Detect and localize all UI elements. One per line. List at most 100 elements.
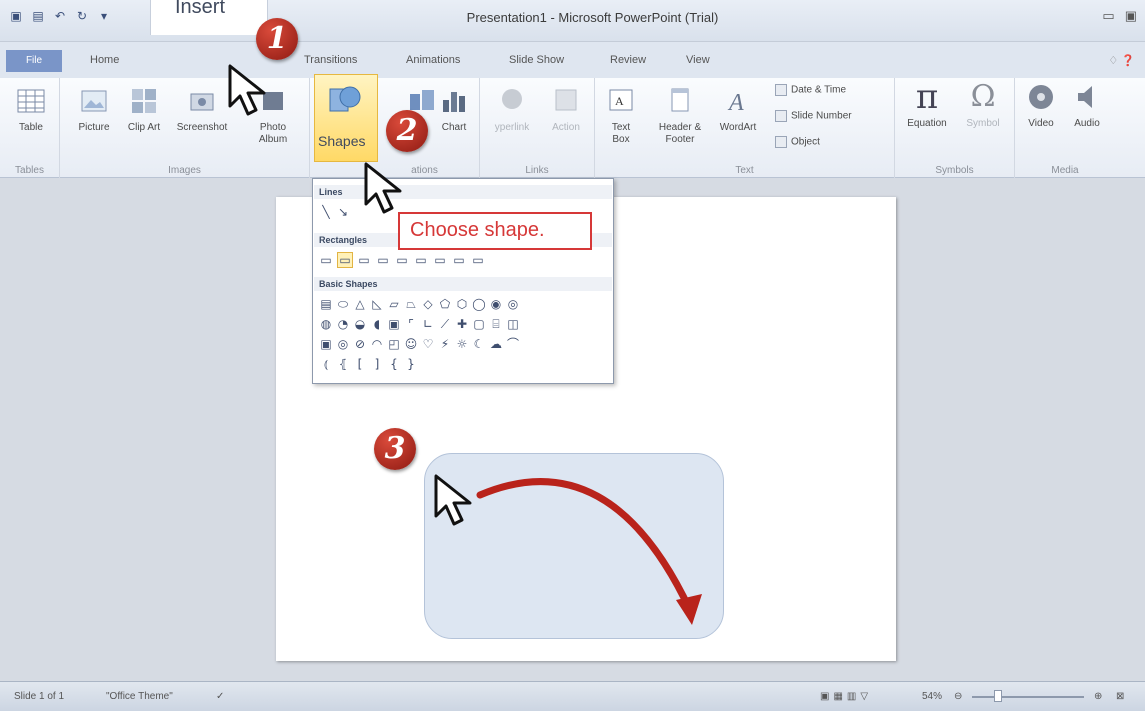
lightning-bolt-shape-icon[interactable]: ⚡ bbox=[438, 337, 452, 351]
step-1-marker: 1 bbox=[256, 18, 298, 60]
shapes-icon bbox=[329, 86, 361, 112]
group-symbols: π Equation Ω Symbol Symbols bbox=[895, 78, 1015, 178]
half-frame-shape-icon[interactable]: ⌜ bbox=[404, 317, 418, 331]
zoom-level[interactable]: 54% bbox=[922, 691, 942, 702]
action-button[interactable]: Action bbox=[544, 86, 588, 134]
pentagon-shape-icon[interactable]: ⬠ bbox=[438, 297, 452, 311]
basic-shapes-row-3: ▣ ◎ ⊘ ◠ ◰ ☺ ♡ ⚡ ☼ ☾ ☁ ⌒ bbox=[319, 337, 520, 351]
folded-corner-shape-icon[interactable]: ◰ bbox=[387, 337, 401, 351]
tab-file[interactable]: File bbox=[6, 50, 62, 72]
trapezoid-shape-icon[interactable]: ⏢ bbox=[404, 297, 418, 311]
tab-insert[interactable]: Insert bbox=[150, 0, 268, 35]
zoom-slider-knob[interactable] bbox=[994, 690, 1002, 702]
heptagon-shape-icon[interactable]: ◯ bbox=[472, 297, 486, 311]
block-arc-shape-icon[interactable]: ◠ bbox=[370, 337, 384, 351]
view-buttons[interactable]: ▣▦▥▽ bbox=[820, 691, 872, 702]
oval-shape-icon[interactable]: ⬭ bbox=[336, 297, 350, 311]
shapes-button[interactable]: Shapes bbox=[314, 74, 378, 162]
rectangle-shape-icon[interactable]: ▭ bbox=[319, 253, 333, 267]
zoom-slider[interactable] bbox=[972, 696, 1084, 698]
symbol-button[interactable]: Ω Symbol bbox=[959, 82, 1007, 130]
date-time-icon bbox=[775, 84, 787, 96]
zoom-in-icon[interactable]: ⊕ bbox=[1094, 691, 1102, 702]
decagon-shape-icon[interactable]: ◎ bbox=[506, 297, 520, 311]
clip-art-button[interactable]: Clip Art bbox=[126, 86, 162, 134]
ribbon: Table Tables Picture Clip Art Screenshot… bbox=[0, 78, 1145, 178]
cloud-shape-icon[interactable]: ☁ bbox=[489, 337, 503, 351]
right-brace-shape-icon[interactable]: } bbox=[404, 357, 418, 371]
hexagon-shape-icon[interactable]: ⬡ bbox=[455, 297, 469, 311]
cross-shape-icon[interactable]: ✚ bbox=[455, 317, 469, 331]
zoom-out-icon[interactable]: ⊖ bbox=[954, 691, 962, 702]
tab-transitions[interactable]: Transitions bbox=[304, 54, 357, 66]
snip-rectangle-shape-icon[interactable]: ▭ bbox=[357, 253, 371, 267]
triangle-shape-icon[interactable]: △ bbox=[353, 297, 367, 311]
text-box-button[interactable]: A Text Box bbox=[603, 86, 639, 146]
bevel-shape-icon[interactable]: ▣ bbox=[319, 337, 333, 351]
tab-view[interactable]: View bbox=[686, 54, 710, 66]
arrow-line-shape-icon[interactable]: ↘ bbox=[336, 205, 350, 219]
dodecagon-shape-icon[interactable]: ◍ bbox=[319, 317, 333, 331]
picture-button[interactable]: Picture bbox=[72, 86, 116, 134]
object-button[interactable]: Object bbox=[775, 136, 820, 148]
rectangle-variant2-shape-icon[interactable]: ▭ bbox=[452, 253, 466, 267]
moon-shape-icon[interactable]: ☾ bbox=[472, 337, 486, 351]
chart-button[interactable]: Chart bbox=[434, 86, 474, 134]
left-brace-shape-icon[interactable]: { bbox=[387, 357, 401, 371]
date-time-button[interactable]: Date & Time bbox=[775, 84, 846, 96]
double-brace-shape-icon[interactable]: ⦃ bbox=[336, 357, 350, 371]
spell-check-icon[interactable]: ✓ bbox=[216, 691, 224, 702]
parallelogram-shape-icon[interactable]: ▱ bbox=[387, 297, 401, 311]
tab-animations[interactable]: Animations bbox=[406, 54, 460, 66]
plaque-shape-icon[interactable]: ▢ bbox=[472, 317, 486, 331]
cube-shape-icon[interactable]: ◫ bbox=[506, 317, 520, 331]
donut-shape-icon[interactable]: ◎ bbox=[336, 337, 350, 351]
line-shape-icon[interactable]: ╲ bbox=[319, 205, 333, 219]
diamond-shape-icon[interactable]: ◇ bbox=[421, 297, 435, 311]
group-text: A Text Box Header & Footer A WordArt Dat… bbox=[595, 78, 895, 178]
sun-shape-icon[interactable]: ☼ bbox=[455, 337, 469, 351]
frame-shape-icon[interactable]: ▣ bbox=[387, 317, 401, 331]
slide-number-button[interactable]: Slide Number bbox=[775, 110, 852, 122]
rectangle-variant3-shape-icon[interactable]: ▭ bbox=[471, 253, 485, 267]
teardrop-shape-icon[interactable]: ◖ bbox=[370, 317, 384, 331]
tab-slide-show[interactable]: Slide Show bbox=[509, 54, 564, 66]
l-shape-icon[interactable]: ∟ bbox=[421, 317, 435, 331]
can-shape-icon[interactable]: ⌸ bbox=[489, 317, 503, 331]
heart-shape-icon[interactable]: ♡ bbox=[421, 337, 435, 351]
status-bar: Slide 1 of 1 "Office Theme" ✓ ▣▦▥▽ 54% ⊖… bbox=[0, 681, 1145, 711]
round-diagonal-shape-icon[interactable]: ▭ bbox=[414, 253, 428, 267]
maximize-icon[interactable]: ▣ bbox=[1125, 8, 1137, 24]
right-bracket-shape-icon[interactable]: ] bbox=[370, 357, 384, 371]
group-tables: Table Tables bbox=[0, 78, 60, 178]
pie-shape-icon[interactable]: ◔ bbox=[336, 317, 350, 331]
screenshot-button[interactable]: Screenshot bbox=[172, 86, 232, 134]
equation-button[interactable]: π Equation bbox=[899, 80, 955, 130]
chord-shape-icon[interactable]: ◒ bbox=[353, 317, 367, 331]
snip-corners-shape-icon[interactable]: ▭ bbox=[376, 253, 390, 267]
table-button[interactable]: Table bbox=[12, 86, 50, 134]
right-triangle-shape-icon[interactable]: ◺ bbox=[370, 297, 384, 311]
video-icon bbox=[1029, 85, 1053, 109]
audio-button[interactable]: Audio bbox=[1067, 82, 1107, 130]
no-symbol-shape-icon[interactable]: ⊘ bbox=[353, 337, 367, 351]
minimize-icon[interactable]: ▭ bbox=[1102, 8, 1114, 24]
video-button[interactable]: Video bbox=[1021, 82, 1061, 130]
rectangle-variant-shape-icon[interactable]: ▭ bbox=[433, 253, 447, 267]
arc-shape-icon[interactable]: ⌒ bbox=[506, 337, 520, 351]
tab-review[interactable]: Review bbox=[610, 54, 646, 66]
tab-home[interactable]: Home bbox=[90, 54, 119, 66]
diagonal-stripe-shape-icon[interactable]: ⟋ bbox=[438, 317, 452, 331]
wordart-button[interactable]: A WordArt bbox=[713, 86, 763, 134]
rounded-rectangle-shape-icon[interactable]: ▭ bbox=[337, 252, 353, 268]
round-corner-shape-icon[interactable]: ▭ bbox=[395, 253, 409, 267]
left-bracket-shape-icon[interactable]: [ bbox=[353, 357, 367, 371]
hyperlink-button[interactable]: yperlink bbox=[484, 86, 540, 134]
smiley-face-shape-icon[interactable]: ☺ bbox=[404, 337, 418, 351]
octagon-shape-icon[interactable]: ◉ bbox=[489, 297, 503, 311]
text-box-shape-icon[interactable]: ▤ bbox=[319, 297, 333, 311]
double-bracket-shape-icon[interactable]: ⦅ bbox=[319, 357, 333, 371]
fit-to-window-icon[interactable]: ⊠ bbox=[1116, 691, 1124, 702]
help-icon[interactable]: ♢ ❓ bbox=[1108, 54, 1135, 67]
header-footer-button[interactable]: Header & Footer bbox=[653, 86, 707, 146]
